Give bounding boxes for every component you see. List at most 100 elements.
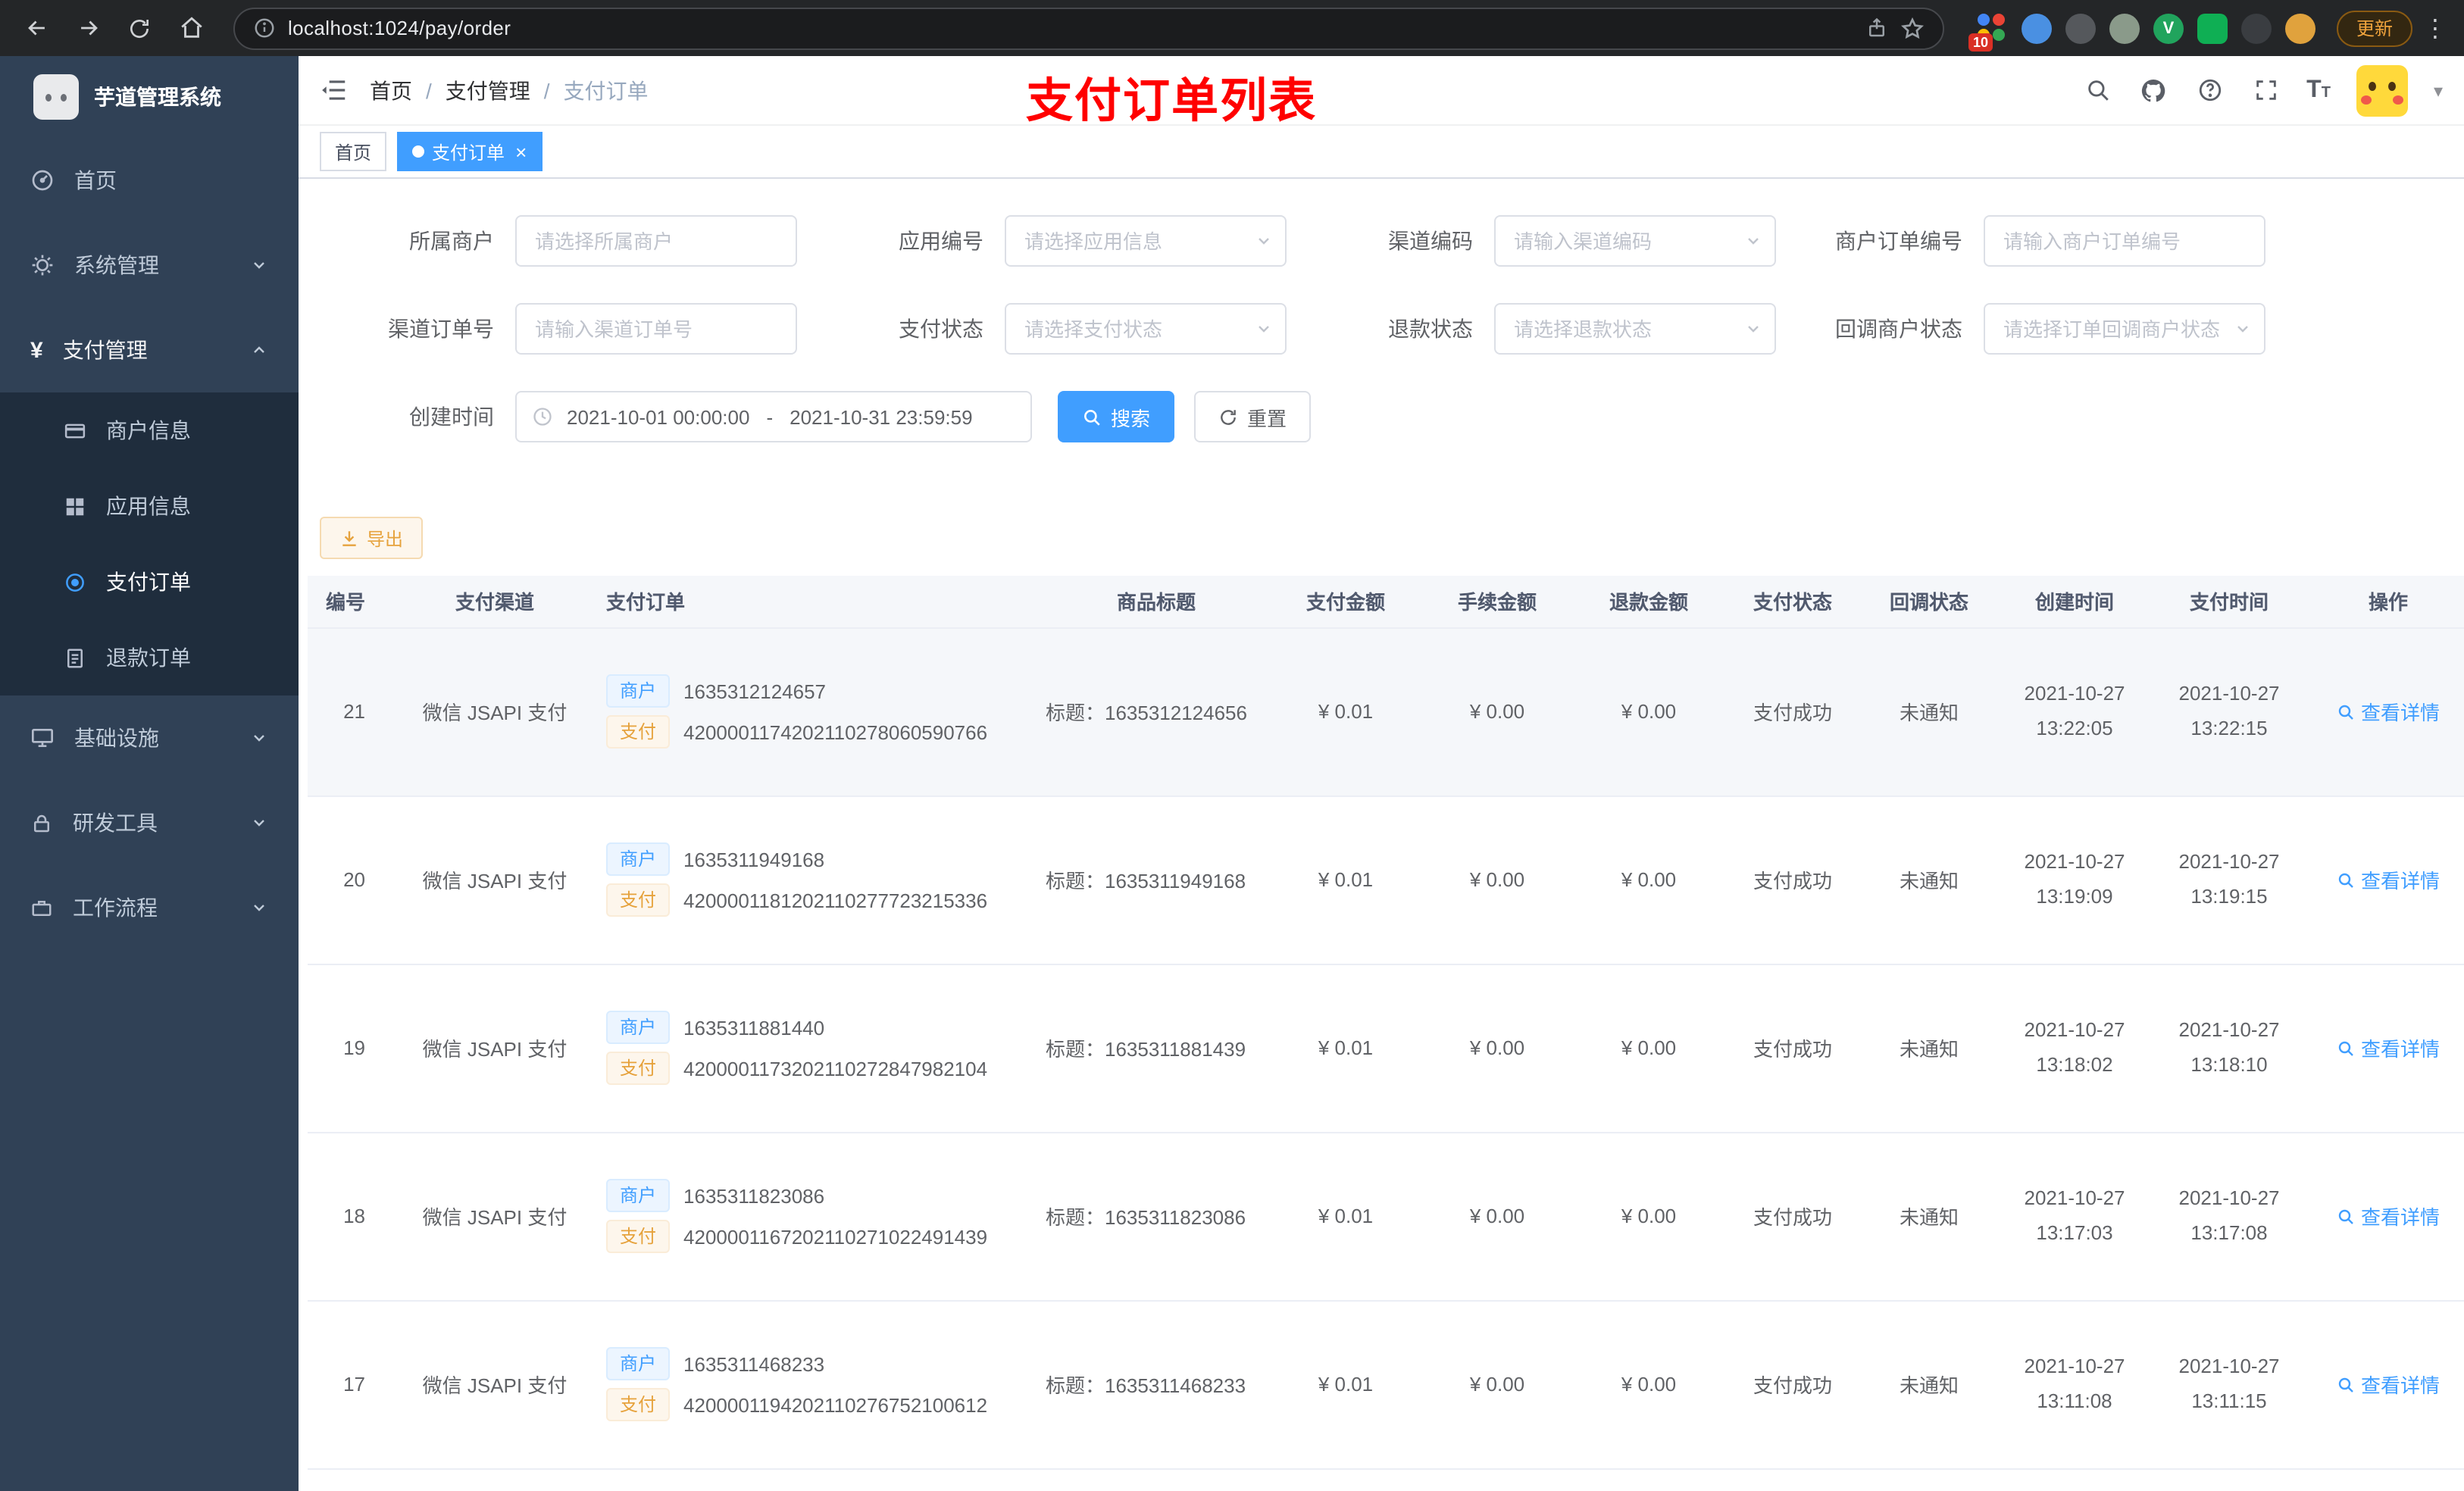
merchant-order-no: 1635311881440	[683, 1016, 825, 1039]
create-time-range-picker[interactable]: 2021-10-01 00:00:00 - 2021-10-31 23:59:5…	[515, 391, 1032, 442]
extension-icon-3[interactable]	[2065, 13, 2096, 43]
merchant-order-no: 1635312124657	[683, 680, 827, 702]
cell-create-time: 2021-10-27 13:17:03	[1997, 1132, 2152, 1301]
user-avatar[interactable]	[2356, 64, 2408, 116]
filter-label-merchant: 所属商户	[409, 229, 494, 253]
extension-icon-4[interactable]	[2109, 13, 2140, 43]
view-detail-link[interactable]: 查看详情	[2337, 865, 2440, 894]
yen-icon: ¥	[30, 337, 43, 363]
back-icon[interactable]	[15, 7, 58, 49]
extension-icon-6[interactable]	[2197, 13, 2228, 43]
sidebar-item-label: 支付管理	[62, 338, 148, 362]
reset-button[interactable]: 重置	[1194, 391, 1312, 442]
sidebar-item-home[interactable]: 首页	[0, 138, 299, 223]
cell-pay-status: 支付成功	[1724, 1132, 1861, 1301]
table-row: 21 微信 JSAPI 支付 商户 1635312124657 支付 42000…	[308, 627, 2464, 796]
app-logo[interactable]: 芋道管理系统	[0, 56, 299, 138]
refund-status-select[interactable]	[1494, 303, 1776, 355]
font-size-icon[interactable]: TT	[2306, 77, 2331, 104]
url-text[interactable]: localhost:1024/pay/order	[288, 17, 1853, 39]
breadcrumb-separator: /	[543, 78, 550, 102]
forward-icon[interactable]	[67, 7, 109, 49]
export-button-label: 导出	[367, 528, 404, 549]
cell-order: 商户 1635311468233 支付 42000011942021102767…	[588, 1300, 1043, 1469]
tab-pay-order[interactable]: 支付订单 ×	[397, 132, 543, 171]
notify-status-select[interactable]	[1984, 303, 2265, 355]
cell-fee-amount: ¥ 0.00	[1421, 1300, 1573, 1469]
channel-code-select[interactable]	[1494, 215, 1776, 267]
search-icon[interactable]	[2082, 75, 2112, 105]
date-separator: -	[766, 405, 774, 428]
monitor-icon	[30, 726, 55, 750]
sidebar-item-merchant-info[interactable]: 商户信息	[0, 392, 299, 468]
pay-tag: 支付	[606, 1220, 671, 1253]
home-icon[interactable]	[170, 7, 212, 49]
github-icon[interactable]	[2138, 75, 2169, 105]
sidebar-toggle-icon[interactable]	[320, 76, 349, 105]
sidebar-item-label: 研发工具	[73, 811, 158, 835]
fullscreen-icon[interactable]	[2250, 75, 2281, 105]
sidebar-item-payment[interactable]: ¥ 支付管理	[0, 308, 299, 392]
sidebar-item-infra[interactable]: 基础设施	[0, 695, 299, 780]
tab-home[interactable]: 首页	[320, 132, 387, 171]
filter-label-pay-status: 支付状态	[899, 317, 983, 341]
cell-create-time: 2021-10-27 13:19:09	[1997, 796, 2152, 964]
channel-pay-no: 4200001181202110277723215336	[683, 889, 988, 911]
pay-status-select[interactable]	[1005, 303, 1287, 355]
col-pay-status: 支付状态	[1724, 576, 1861, 628]
active-dot	[412, 145, 425, 158]
merchant-order-input[interactable]	[1984, 215, 2265, 267]
cell-pay-time: 2021-10-27 13:17:08	[2152, 1132, 2306, 1301]
sidebar-item-refund-order[interactable]: 退款订单	[0, 620, 299, 695]
extension-icon-2[interactable]	[2021, 13, 2052, 43]
browser-menu-icon[interactable]: ⋮	[2422, 13, 2449, 43]
export-button[interactable]: 导出	[320, 517, 424, 559]
extension-icon-1[interactable]: 10	[1968, 13, 2008, 51]
extension-icon-8[interactable]	[2284, 13, 2315, 43]
sidebar-item-pay-order[interactable]: 支付订单	[0, 544, 299, 620]
col-id: 编号	[308, 576, 402, 628]
logo-avatar	[33, 74, 79, 120]
extension-icon-5[interactable]: V	[2153, 13, 2184, 43]
view-detail-link[interactable]: 查看详情	[2337, 1370, 2440, 1399]
chevron-up-icon	[250, 341, 268, 359]
channel-order-input[interactable]	[515, 303, 797, 355]
cell-title: 标题：1635311881439	[1043, 964, 1270, 1133]
sidebar-item-workflow[interactable]: 工作流程	[0, 865, 299, 950]
site-info-icon[interactable]	[253, 17, 276, 39]
merchant-filter-input[interactable]	[515, 215, 797, 267]
avatar-caret-icon[interactable]: ▾	[2434, 80, 2443, 101]
col-order: 支付订单	[588, 576, 1043, 628]
app-filter-select[interactable]	[1005, 215, 1287, 267]
sidebar-item-dev-tools[interactable]: 研发工具	[0, 780, 299, 865]
close-icon[interactable]: ×	[515, 142, 527, 161]
cell-title: 标题：1635311468233	[1043, 1300, 1270, 1469]
bookmark-star-icon[interactable]	[1900, 16, 1925, 40]
sidebar-item-app-info[interactable]: 应用信息	[0, 468, 299, 544]
date-end[interactable]: 2021-10-31 23:59:59	[790, 405, 972, 428]
view-detail-link[interactable]: 查看详情	[2337, 1033, 2440, 1062]
grid-icon	[64, 495, 86, 517]
sidebar-item-system[interactable]: 系统管理	[0, 223, 299, 308]
breadcrumb-payment[interactable]: 支付管理	[446, 75, 530, 105]
refresh-icon[interactable]	[118, 7, 161, 49]
extension-icon-7[interactable]	[2240, 13, 2272, 43]
date-start[interactable]: 2021-10-01 00:00:00	[567, 405, 749, 428]
browser-update-button[interactable]: 更新	[2336, 10, 2412, 46]
view-detail-link[interactable]: 查看详情	[2337, 697, 2440, 726]
cell-pay-status: 支付成功	[1724, 796, 1861, 964]
col-create-time: 创建时间	[1997, 576, 2152, 628]
col-refund-amount: 退款金额	[1573, 576, 1724, 628]
document-icon	[64, 646, 86, 669]
search-button[interactable]: 搜索	[1058, 391, 1175, 442]
share-icon[interactable]	[1865, 17, 1888, 39]
col-title: 商品标题	[1043, 576, 1270, 628]
url-bar[interactable]: localhost:1024/pay/order	[233, 7, 1944, 49]
col-notify-status: 回调状态	[1861, 576, 1997, 628]
channel-pay-no: 4200001173202110272847982104	[683, 1057, 988, 1080]
cell-pay-time: 2021-10-27 13:11:15	[2152, 1300, 2306, 1469]
filter-label-merchant-order: 商户订单编号	[1835, 229, 1962, 253]
help-icon[interactable]	[2194, 75, 2225, 105]
view-detail-link[interactable]: 查看详情	[2337, 1202, 2440, 1230]
breadcrumb-home[interactable]: 首页	[370, 75, 412, 105]
